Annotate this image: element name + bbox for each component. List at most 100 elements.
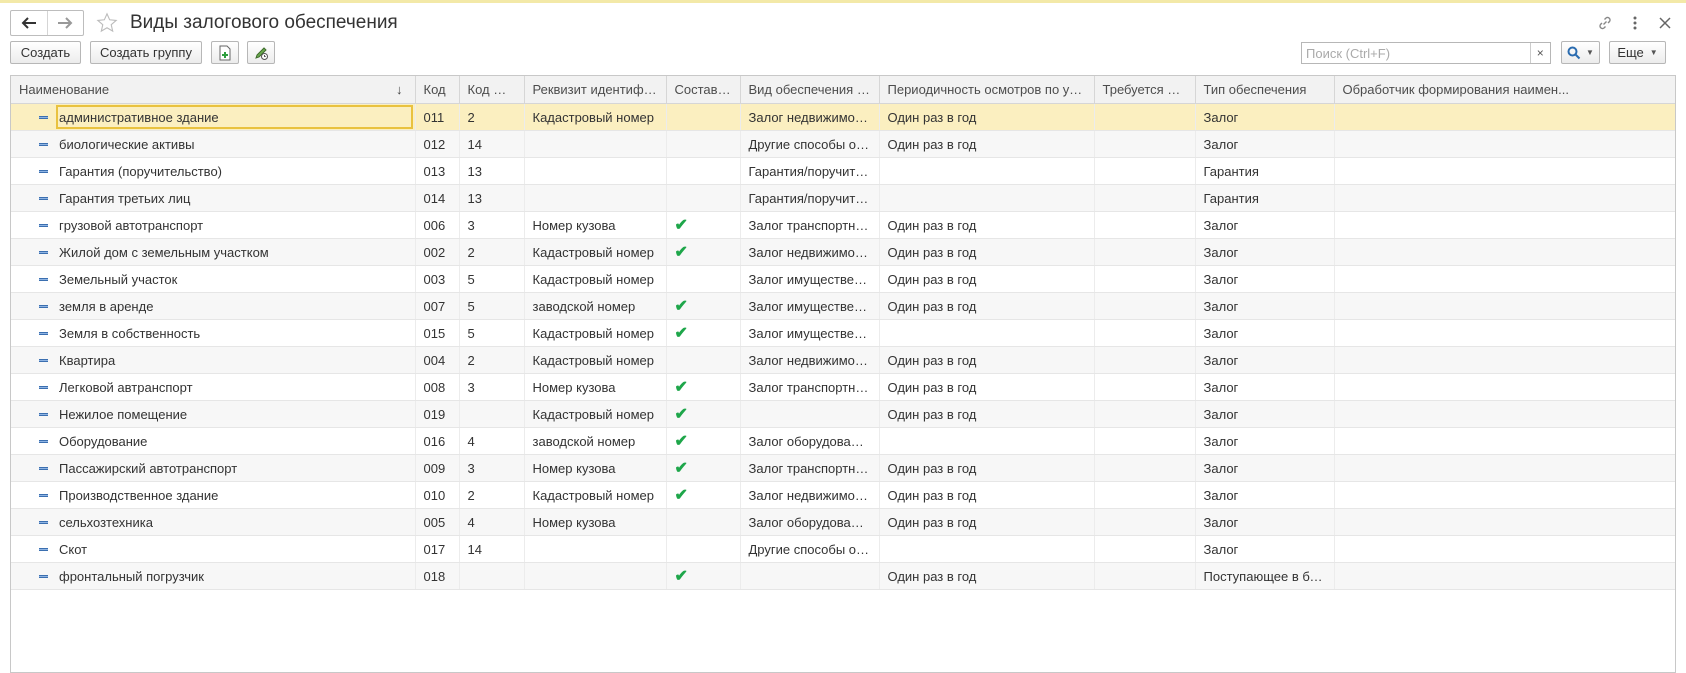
cell-inspection-period[interactable]: Один раз в год xyxy=(878,292,1094,320)
link-button[interactable] xyxy=(1594,12,1616,34)
cell-inspection-period[interactable]: Один раз в год xyxy=(878,373,1094,401)
cell-name[interactable]: Гарантия (поручительство) xyxy=(11,157,415,185)
cell-pkb-code[interactable]: 13 xyxy=(458,157,524,185)
cell-inspection-period[interactable]: Один раз в год xyxy=(878,130,1094,158)
column-header-code[interactable]: Код xyxy=(415,76,460,104)
cell-nok-required[interactable] xyxy=(1093,184,1195,212)
cell-pkb-code[interactable] xyxy=(458,562,524,590)
cell-name[interactable]: Земля в собственность xyxy=(11,319,415,347)
cell-nb-type[interactable]: Залог транспортны... xyxy=(739,211,879,239)
table-row[interactable]: грузовой автотранспорт 006 3 Номер кузова ✔ З… xyxy=(11,211,1675,239)
cell-code[interactable]: 014 xyxy=(414,184,459,212)
cell-nb-type[interactable]: Залог оборудовани... xyxy=(739,508,879,536)
favorite-star-button[interactable] xyxy=(94,10,120,36)
cell-name-handler[interactable] xyxy=(1333,184,1675,212)
cell-composite[interactable]: ✔ xyxy=(665,238,740,266)
cell-nok-required[interactable] xyxy=(1093,265,1195,293)
cell-security-type[interactable]: Залог xyxy=(1194,535,1334,563)
cell-name[interactable]: Оборудование xyxy=(11,427,415,455)
cell-name-handler[interactable] xyxy=(1333,292,1675,320)
cell-nb-type[interactable]: Залог имуществен... xyxy=(739,292,879,320)
column-header-name[interactable]: Наименование ↓ xyxy=(11,76,416,104)
cell-name-handler[interactable] xyxy=(1333,454,1675,482)
cell-pkb-code[interactable]: 3 xyxy=(458,211,524,239)
cell-identifier[interactable]: Кадастровый номер xyxy=(523,103,666,131)
table-row[interactable]: биологические активы 012 14 Другие способы … xyxy=(11,130,1675,158)
cell-nb-type[interactable] xyxy=(739,562,879,590)
cell-nok-required[interactable] xyxy=(1093,238,1195,266)
cell-nb-type[interactable]: Залог оборудовани... xyxy=(739,427,879,455)
column-header-inspection-period[interactable]: Периодичность осмотров по умо... xyxy=(879,76,1095,104)
cell-pkb-code[interactable]: 3 xyxy=(458,373,524,401)
table-row[interactable]: Гарантия третьих лиц 014 13 Гарантия/поручи… xyxy=(11,184,1675,212)
cell-nok-required[interactable] xyxy=(1093,508,1195,536)
cell-name-handler[interactable] xyxy=(1333,130,1675,158)
cell-nok-required[interactable] xyxy=(1093,157,1195,185)
close-button[interactable] xyxy=(1654,12,1676,34)
create-group-button[interactable]: Создать группу xyxy=(90,41,202,64)
search-input[interactable] xyxy=(1302,44,1530,62)
cell-security-type[interactable]: Залог xyxy=(1194,319,1334,347)
cell-nok-required[interactable] xyxy=(1093,211,1195,239)
cell-inspection-period[interactable]: Один раз в год xyxy=(878,481,1094,509)
column-header-pkb-code[interactable]: Код ПКБ xyxy=(459,76,525,104)
cell-name[interactable]: грузовой автотранспорт xyxy=(11,211,415,239)
cell-inspection-period[interactable] xyxy=(878,535,1094,563)
cell-code[interactable]: 006 xyxy=(414,211,459,239)
cell-composite[interactable] xyxy=(665,157,740,185)
cell-composite[interactable]: ✔ xyxy=(665,373,740,401)
cell-name[interactable]: земля в аренде xyxy=(11,292,415,320)
cell-inspection-period[interactable] xyxy=(878,319,1094,347)
table-row[interactable]: Пассажирский автотранспорт 009 3 Номер кузо… xyxy=(11,454,1675,482)
cell-security-type[interactable]: Залог xyxy=(1194,508,1334,536)
cell-security-type[interactable]: Залог xyxy=(1194,211,1334,239)
cell-inspection-period[interactable] xyxy=(878,157,1094,185)
cell-security-type[interactable]: Залог xyxy=(1194,346,1334,374)
cell-name-handler[interactable] xyxy=(1333,481,1675,509)
cell-nb-type[interactable]: Залог недвижимост... xyxy=(739,103,879,131)
cell-name[interactable]: Нежилое помещение xyxy=(11,400,415,428)
cell-name[interactable]: биологические активы xyxy=(11,130,415,158)
cell-nb-type[interactable]: Другие способы об... xyxy=(739,130,879,158)
column-header-security-type[interactable]: Тип обеспечения xyxy=(1195,76,1335,104)
cell-security-type[interactable]: Залог xyxy=(1194,373,1334,401)
cell-identifier[interactable] xyxy=(523,184,666,212)
cell-code[interactable]: 005 xyxy=(414,508,459,536)
cell-inspection-period[interactable]: Один раз в год xyxy=(878,508,1094,536)
cell-code[interactable]: 009 xyxy=(414,454,459,482)
cell-code[interactable]: 017 xyxy=(414,535,459,563)
forward-button[interactable] xyxy=(46,11,84,35)
cell-pkb-code[interactable]: 5 xyxy=(458,319,524,347)
add-copy-button[interactable] xyxy=(211,41,239,64)
column-header-name-handler[interactable]: Обработчик формирования наимен... xyxy=(1334,76,1675,104)
cell-identifier[interactable] xyxy=(523,562,666,590)
table-row[interactable]: земля в аренде 007 5 заводской номер ✔ Залог … xyxy=(11,292,1675,320)
cell-nok-required[interactable] xyxy=(1093,319,1195,347)
cell-nb-type[interactable]: Залог транспортны... xyxy=(739,454,879,482)
column-header-nb-type[interactable]: Вид обеспечения НБ xyxy=(740,76,880,104)
cell-name[interactable]: Квартира xyxy=(11,346,415,374)
cell-inspection-period[interactable]: Один раз в год xyxy=(878,238,1094,266)
column-header-nok-required[interactable]: Требуется НОК xyxy=(1094,76,1196,104)
cell-name[interactable]: Жилой дом с земельным участком xyxy=(11,238,415,266)
cell-security-type[interactable]: Залог xyxy=(1194,103,1334,131)
cell-code[interactable]: 016 xyxy=(414,427,459,455)
cell-security-type[interactable]: Залог xyxy=(1194,400,1334,428)
cell-pkb-code[interactable]: 5 xyxy=(458,292,524,320)
cell-code[interactable]: 010 xyxy=(414,481,459,509)
cell-nok-required[interactable] xyxy=(1093,535,1195,563)
cell-name[interactable]: Скот xyxy=(11,535,415,563)
cell-composite[interactable]: ✔ xyxy=(665,481,740,509)
cell-pkb-code[interactable]: 2 xyxy=(458,238,524,266)
cell-code[interactable]: 002 xyxy=(414,238,459,266)
cell-nok-required[interactable] xyxy=(1093,373,1195,401)
cell-nok-required[interactable] xyxy=(1093,130,1195,158)
cell-nb-type[interactable]: Залог транспортны... xyxy=(739,373,879,401)
cell-identifier[interactable]: Номер кузова xyxy=(523,454,666,482)
cell-nb-type[interactable]: Залог имуществен... xyxy=(739,319,879,347)
cell-composite[interactable] xyxy=(665,103,740,131)
cell-composite[interactable] xyxy=(665,130,740,158)
cell-pkb-code[interactable]: 4 xyxy=(458,427,524,455)
cell-security-type[interactable]: Гарантия xyxy=(1194,157,1334,185)
table-row[interactable]: Земля в собственность 015 5 Кадастровый ном… xyxy=(11,319,1675,347)
